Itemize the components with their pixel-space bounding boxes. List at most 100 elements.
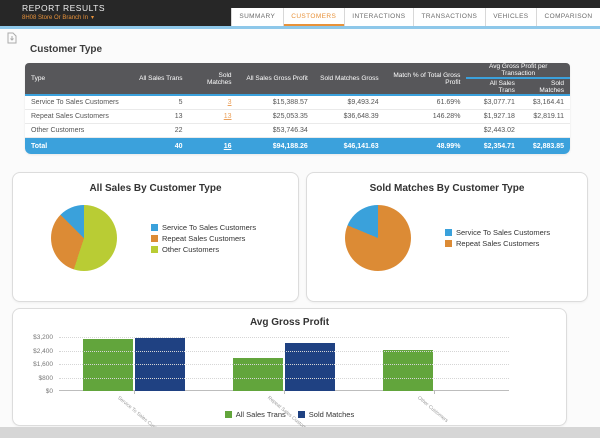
- tab-summary[interactable]: SUMMARY: [232, 8, 283, 26]
- cell-value: 61.69%: [385, 96, 467, 110]
- subcol-header-sold-matches: Sold Matches: [521, 79, 570, 96]
- header-bar: REPORT RESULTS 8H08 Store Or Branch In ▾…: [0, 0, 600, 26]
- col-header-match-pct: Match % of Total Gross Profit: [385, 63, 467, 96]
- bar: [383, 350, 433, 391]
- legend-swatch: [151, 224, 158, 231]
- cell-value: $25,053.35: [238, 110, 314, 124]
- cell-value: $46,141.63: [314, 138, 385, 154]
- cell-value: $3,077.71: [466, 96, 521, 110]
- cell-value: $15,388.57: [238, 96, 314, 110]
- col-header-all-sales-trans: All Sales Trans: [129, 63, 189, 96]
- table-total-row: Total 40 16 $94,188.26 $46,141.63 48.99%…: [25, 138, 570, 154]
- cell-value: 13: [129, 110, 189, 124]
- header-accent-line: [0, 26, 600, 29]
- bar-plot-area: Service To Sales CustomersRepeat Sales C…: [59, 337, 509, 391]
- axis-tick: [284, 391, 285, 394]
- cell-value: $3,164.41: [521, 96, 570, 110]
- legend-item: Service To Sales Customers: [445, 228, 550, 237]
- row-type: Other Customers: [25, 124, 129, 138]
- report-tabs: SUMMARY CUSTOMERS INTERACTIONS TRANSACTI…: [231, 8, 600, 26]
- legend-item: Sold Matches: [298, 410, 354, 419]
- cell-value: $53,746.34: [238, 124, 314, 138]
- col-header-type: Type: [25, 63, 129, 96]
- report-scope-label: 8H08 Store Or Branch In: [22, 15, 88, 21]
- col-header-all-sales-gross-profit: All Sales Gross Profit: [238, 63, 314, 96]
- table-row: Service To Sales Customers 5 3 $15,388.5…: [25, 96, 570, 110]
- cell-value: $94,188.26: [238, 138, 314, 154]
- col-header-sold-matches: Sold Matches: [188, 63, 237, 96]
- bottom-band: [0, 427, 600, 438]
- pie-chart: [51, 205, 117, 271]
- legend-item: Repeat Sales Customers: [445, 239, 550, 248]
- avg-gross-profit-bar-card: Avg Gross Profit $3,200$2,400$1,600$800$…: [12, 308, 567, 426]
- customer-type-table: Type All Sales Trans Sold Matches All Sa…: [25, 63, 570, 154]
- legend-swatch: [151, 235, 158, 242]
- legend-label: All Sales Trans: [236, 410, 286, 419]
- legend-item: Repeat Sales Customers: [151, 234, 256, 243]
- page-title: REPORT RESULTS: [22, 3, 105, 13]
- legend-swatch: [225, 411, 232, 418]
- sold-matches-pie-card: Sold Matches By Customer Type Service To…: [306, 172, 588, 302]
- table-row: Repeat Sales Customers 13 13 $25,053.35 …: [25, 110, 570, 124]
- sold-matches-link[interactable]: 13: [224, 113, 232, 120]
- legend-label: Repeat Sales Customers: [162, 234, 245, 243]
- sold-matches-link[interactable]: 3: [228, 99, 232, 106]
- table-row: Other Customers 22 $53,746.34 $2,443.02: [25, 124, 570, 138]
- cell-value: $2,819.11: [521, 110, 570, 124]
- legend-label: Other Customers: [162, 245, 219, 254]
- chart-legend: Service To Sales Customers Repeat Sales C…: [445, 228, 550, 248]
- cell-value: $1,927.18: [466, 110, 521, 124]
- col-header-sold-matches-gross: Sold Matches Gross: [314, 63, 385, 96]
- tab-transactions[interactable]: TRANSACTIONS: [413, 8, 485, 26]
- legend-swatch: [151, 246, 158, 253]
- bar: [83, 339, 133, 391]
- row-type: Service To Sales Customers: [25, 96, 129, 110]
- legend-item: Other Customers: [151, 245, 256, 254]
- tab-customers[interactable]: CUSTOMERS: [283, 8, 344, 26]
- chart-title: Sold Matches By Customer Type: [307, 183, 587, 194]
- chevron-down-icon: ▾: [91, 14, 94, 21]
- cell-value: $2,443.02: [466, 124, 521, 138]
- gridline: [59, 351, 509, 352]
- cell-value: $9,493.24: [314, 96, 385, 110]
- all-sales-pie-card: All Sales By Customer Type Service To Sa…: [12, 172, 299, 302]
- report-results-page: REPORT RESULTS 8H08 Store Or Branch In ▾…: [0, 0, 600, 438]
- sold-matches-link[interactable]: 16: [224, 143, 232, 150]
- cell-value: [188, 124, 237, 138]
- cell-value: [521, 124, 570, 138]
- gridline: [59, 378, 509, 379]
- tab-vehicles[interactable]: VEHICLES: [485, 8, 536, 26]
- legend-swatch: [298, 411, 305, 418]
- chart-legend: Service To Sales Customers Repeat Sales C…: [151, 223, 256, 254]
- cell-value: 5: [129, 96, 189, 110]
- cell-value: $2,354.71: [466, 138, 521, 154]
- export-icon[interactable]: [7, 31, 17, 43]
- cell-value: 40: [129, 138, 189, 154]
- gridline: [59, 364, 509, 365]
- cell-value: $2,883.85: [521, 138, 570, 154]
- gridline: [59, 337, 509, 338]
- legend-item: All Sales Trans: [225, 410, 286, 419]
- total-label: Total: [25, 138, 129, 154]
- y-axis-label: $3,200: [33, 334, 53, 341]
- legend-swatch: [445, 240, 452, 247]
- tab-comparison[interactable]: COMPARISON: [536, 8, 600, 26]
- section-title: Customer Type: [30, 44, 102, 55]
- axis-tick: [434, 391, 435, 394]
- cell-value: [314, 124, 385, 138]
- legend-swatch: [445, 229, 452, 236]
- legend-label: Service To Sales Customers: [162, 223, 256, 232]
- chart-legend: All Sales Trans Sold Matches: [13, 410, 566, 419]
- cell-value: 146.28%: [385, 110, 467, 124]
- y-axis-label: $1,600: [33, 361, 53, 368]
- subcol-header-all-sales-trans: All Sales Trans: [466, 79, 521, 96]
- report-scope-dropdown[interactable]: 8H08 Store Or Branch In ▾: [22, 14, 105, 21]
- cell-value: $36,648.39: [314, 110, 385, 124]
- tab-interactions[interactable]: INTERACTIONS: [344, 8, 413, 26]
- legend-label: Repeat Sales Customers: [456, 239, 539, 248]
- y-axis: $3,200$2,400$1,600$800$0: [13, 337, 59, 391]
- legend-item: Service To Sales Customers: [151, 223, 256, 232]
- y-axis-label: $2,400: [33, 348, 53, 355]
- pie-chart: [345, 205, 411, 271]
- chart-title: Avg Gross Profit: [13, 317, 566, 328]
